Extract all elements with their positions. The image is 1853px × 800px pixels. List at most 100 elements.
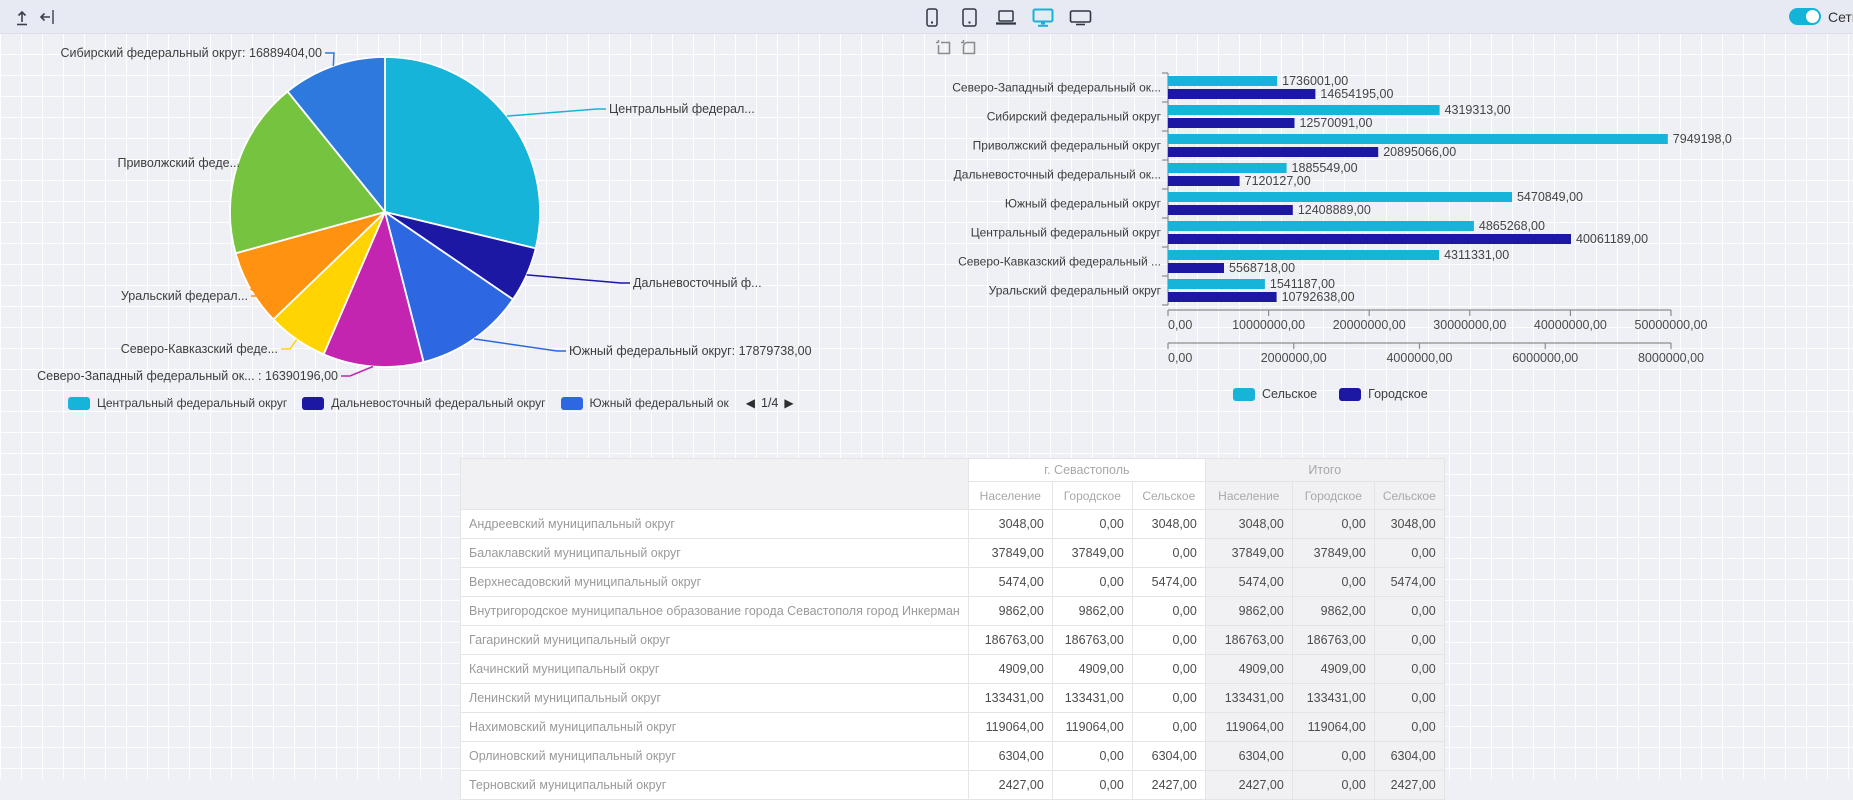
value-cell: 0,00 [1052, 771, 1132, 800]
value-cell: 6304,00 [1374, 742, 1444, 771]
value-cell: 0,00 [1374, 684, 1444, 713]
pie-legend-item[interactable]: Центральный федеральный округ [68, 396, 287, 410]
value-cell: 0,00 [1132, 597, 1205, 626]
value-cell: 119064,00 [1292, 713, 1374, 742]
value-cell: 3048,00 [1374, 510, 1444, 539]
value-cell: 9862,00 [1292, 597, 1374, 626]
bar-value-label: 12408889,00 [1298, 203, 1371, 217]
bar-urban[interactable] [1168, 118, 1295, 128]
axis-tick-label: 50000000,00 [1635, 318, 1708, 332]
bar-rural[interactable] [1168, 134, 1668, 144]
pie-legend: Центральный федеральный округ Дальневосто… [68, 396, 794, 410]
pie-legend-item[interactable]: Дальневосточный федеральный округ [302, 396, 545, 410]
bar-value-label: 20895066,00 [1383, 145, 1456, 159]
bar-urban[interactable] [1168, 205, 1293, 215]
bar-urban[interactable] [1168, 176, 1240, 186]
legend-label: Центральный федеральный округ [97, 396, 287, 410]
value-cell: 0,00 [1374, 713, 1444, 742]
table-group-header: г. Севастополь [968, 459, 1205, 482]
value-cell: 2427,00 [968, 771, 1052, 800]
pager-next-icon[interactable]: ▶ [784, 397, 793, 409]
smartphone-icon[interactable] [920, 5, 944, 29]
upload-icon[interactable] [12, 7, 32, 27]
value-cell: 186763,00 [1052, 626, 1132, 655]
widescreen-icon[interactable] [1068, 5, 1092, 29]
bar-urban[interactable] [1168, 234, 1571, 244]
bar-legend-item[interactable]: Городское [1339, 387, 1428, 401]
laptop-icon[interactable] [994, 5, 1018, 29]
value-cell: 37849,00 [1205, 539, 1292, 568]
value-cell: 186763,00 [1292, 626, 1374, 655]
value-cell: 0,00 [1292, 742, 1374, 771]
value-cell: 186763,00 [968, 626, 1052, 655]
bar-rural[interactable] [1168, 192, 1512, 202]
table-column-header: Городское [1052, 482, 1132, 510]
pie-callout-label: Южный федеральный округ: 17879738,00 [569, 344, 812, 358]
pie-callout-line [507, 109, 606, 116]
axis-tick-label: 2000000,00 [1261, 351, 1327, 365]
value-cell: 0,00 [1292, 568, 1374, 597]
bar-chart-widget: Северо-Западный федеральный ок...1736001… [928, 33, 1838, 433]
bar-urban[interactable] [1168, 147, 1378, 157]
bar-value-label: 40061189,00 [1576, 232, 1648, 246]
table-group-header: Итого [1205, 459, 1444, 482]
value-cell: 9862,00 [968, 597, 1052, 626]
value-cell: 4909,00 [968, 655, 1052, 684]
row-name-cell: Орлиновский муниципальный округ [461, 742, 969, 771]
reset-zoom-icon[interactable] [960, 39, 978, 57]
bar-value-label: 14654195,00 [1320, 87, 1393, 101]
value-cell: 133431,00 [1052, 684, 1132, 713]
bar-rural[interactable] [1168, 76, 1277, 86]
bar-legend-item[interactable]: Сельское [1233, 387, 1317, 401]
pie-callout-label: Центральный федерал... [609, 102, 755, 116]
value-cell: 0,00 [1132, 626, 1205, 655]
desktop-icon[interactable] [1031, 5, 1055, 29]
value-cell: 6304,00 [968, 742, 1052, 771]
value-cell: 0,00 [1052, 742, 1132, 771]
bar-urban[interactable] [1168, 263, 1224, 273]
axis-tick-label: 8000000,00 [1638, 351, 1704, 365]
row-name-cell: Гагаринский муниципальный округ [461, 626, 969, 655]
collapse-left-icon[interactable] [37, 7, 57, 27]
row-name-cell: Андреевский муниципальный округ [461, 510, 969, 539]
data-table: г. СевастопольИтогоНаселениеГородскоеСел… [460, 458, 1445, 800]
bar-rural[interactable] [1168, 163, 1287, 173]
bar-rural[interactable] [1168, 250, 1439, 260]
value-cell: 9862,00 [1052, 597, 1132, 626]
bar-rural[interactable] [1168, 221, 1474, 231]
bar-urban[interactable] [1168, 292, 1277, 302]
bar-category-label: Сибирский федеральный округ [987, 110, 1162, 124]
axis-tick-label: 6000000,00 [1512, 351, 1578, 365]
bar-value-label: 4319313,00 [1445, 103, 1511, 117]
value-cell: 2427,00 [1374, 771, 1444, 800]
bar-category-label: Северо-Западный федеральный ок... [952, 81, 1161, 95]
table-row: Гагаринский муниципальный округ186763,00… [461, 626, 1445, 655]
pie-callout-label: Уральский федерал... [121, 289, 248, 303]
pie-callout-label: Дальневосточный ф... [633, 276, 762, 290]
axis-tick-label: 10000000,00 [1232, 318, 1305, 332]
table-column-header: Сельское [1132, 482, 1205, 510]
dashboard-canvas: Центральный федерал... Дальневосточный ф.… [0, 33, 1853, 779]
pager-prev-icon[interactable]: ◀ [746, 397, 755, 409]
bar-rural[interactable] [1168, 279, 1265, 289]
row-name-cell: Верхнесадовский муниципальный округ [461, 568, 969, 597]
value-cell: 133431,00 [968, 684, 1052, 713]
value-cell: 0,00 [1132, 713, 1205, 742]
pie-legend-item[interactable]: Южный федеральный ок [561, 396, 729, 410]
bar-urban[interactable] [1168, 89, 1315, 99]
value-cell: 2427,00 [1205, 771, 1292, 800]
table-row: Нахимовский муниципальный округ119064,00… [461, 713, 1445, 742]
table-column-header: Городское [1292, 482, 1374, 510]
grid-toggle[interactable] [1789, 8, 1821, 25]
value-cell: 3048,00 [968, 510, 1052, 539]
tablet-icon[interactable] [957, 5, 981, 29]
bar-value-label: 1885549,00 [1292, 161, 1358, 175]
bar-rural[interactable] [1168, 105, 1440, 115]
bar-value-label: 7120127,00 [1245, 174, 1311, 188]
pie-chart: Центральный федерал... Дальневосточный ф.… [0, 33, 888, 433]
table-row: Орлиновский муниципальный округ6304,000,… [461, 742, 1445, 771]
pie-callout-label: Сибирский федеральный округ: 16889404,00 [61, 46, 323, 60]
zoom-selection-icon[interactable] [935, 39, 953, 57]
table-column-header: Сельское [1374, 482, 1444, 510]
pie-chart-widget: Центральный федерал... Дальневосточный ф.… [0, 33, 888, 433]
